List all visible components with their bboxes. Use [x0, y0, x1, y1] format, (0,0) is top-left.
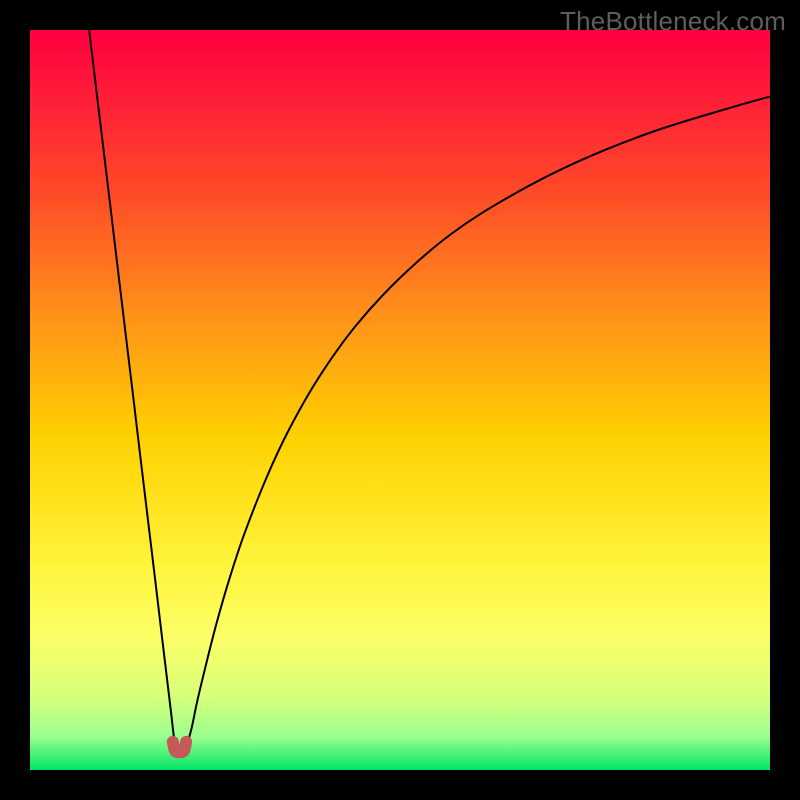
chart-frame: TheBottleneck.com [0, 0, 800, 800]
bottleneck-curve [89, 30, 770, 752]
selection-marker [173, 742, 186, 752]
plot-area [30, 30, 770, 770]
curve-layer [30, 30, 770, 770]
watermark-text: TheBottleneck.com [560, 6, 786, 37]
